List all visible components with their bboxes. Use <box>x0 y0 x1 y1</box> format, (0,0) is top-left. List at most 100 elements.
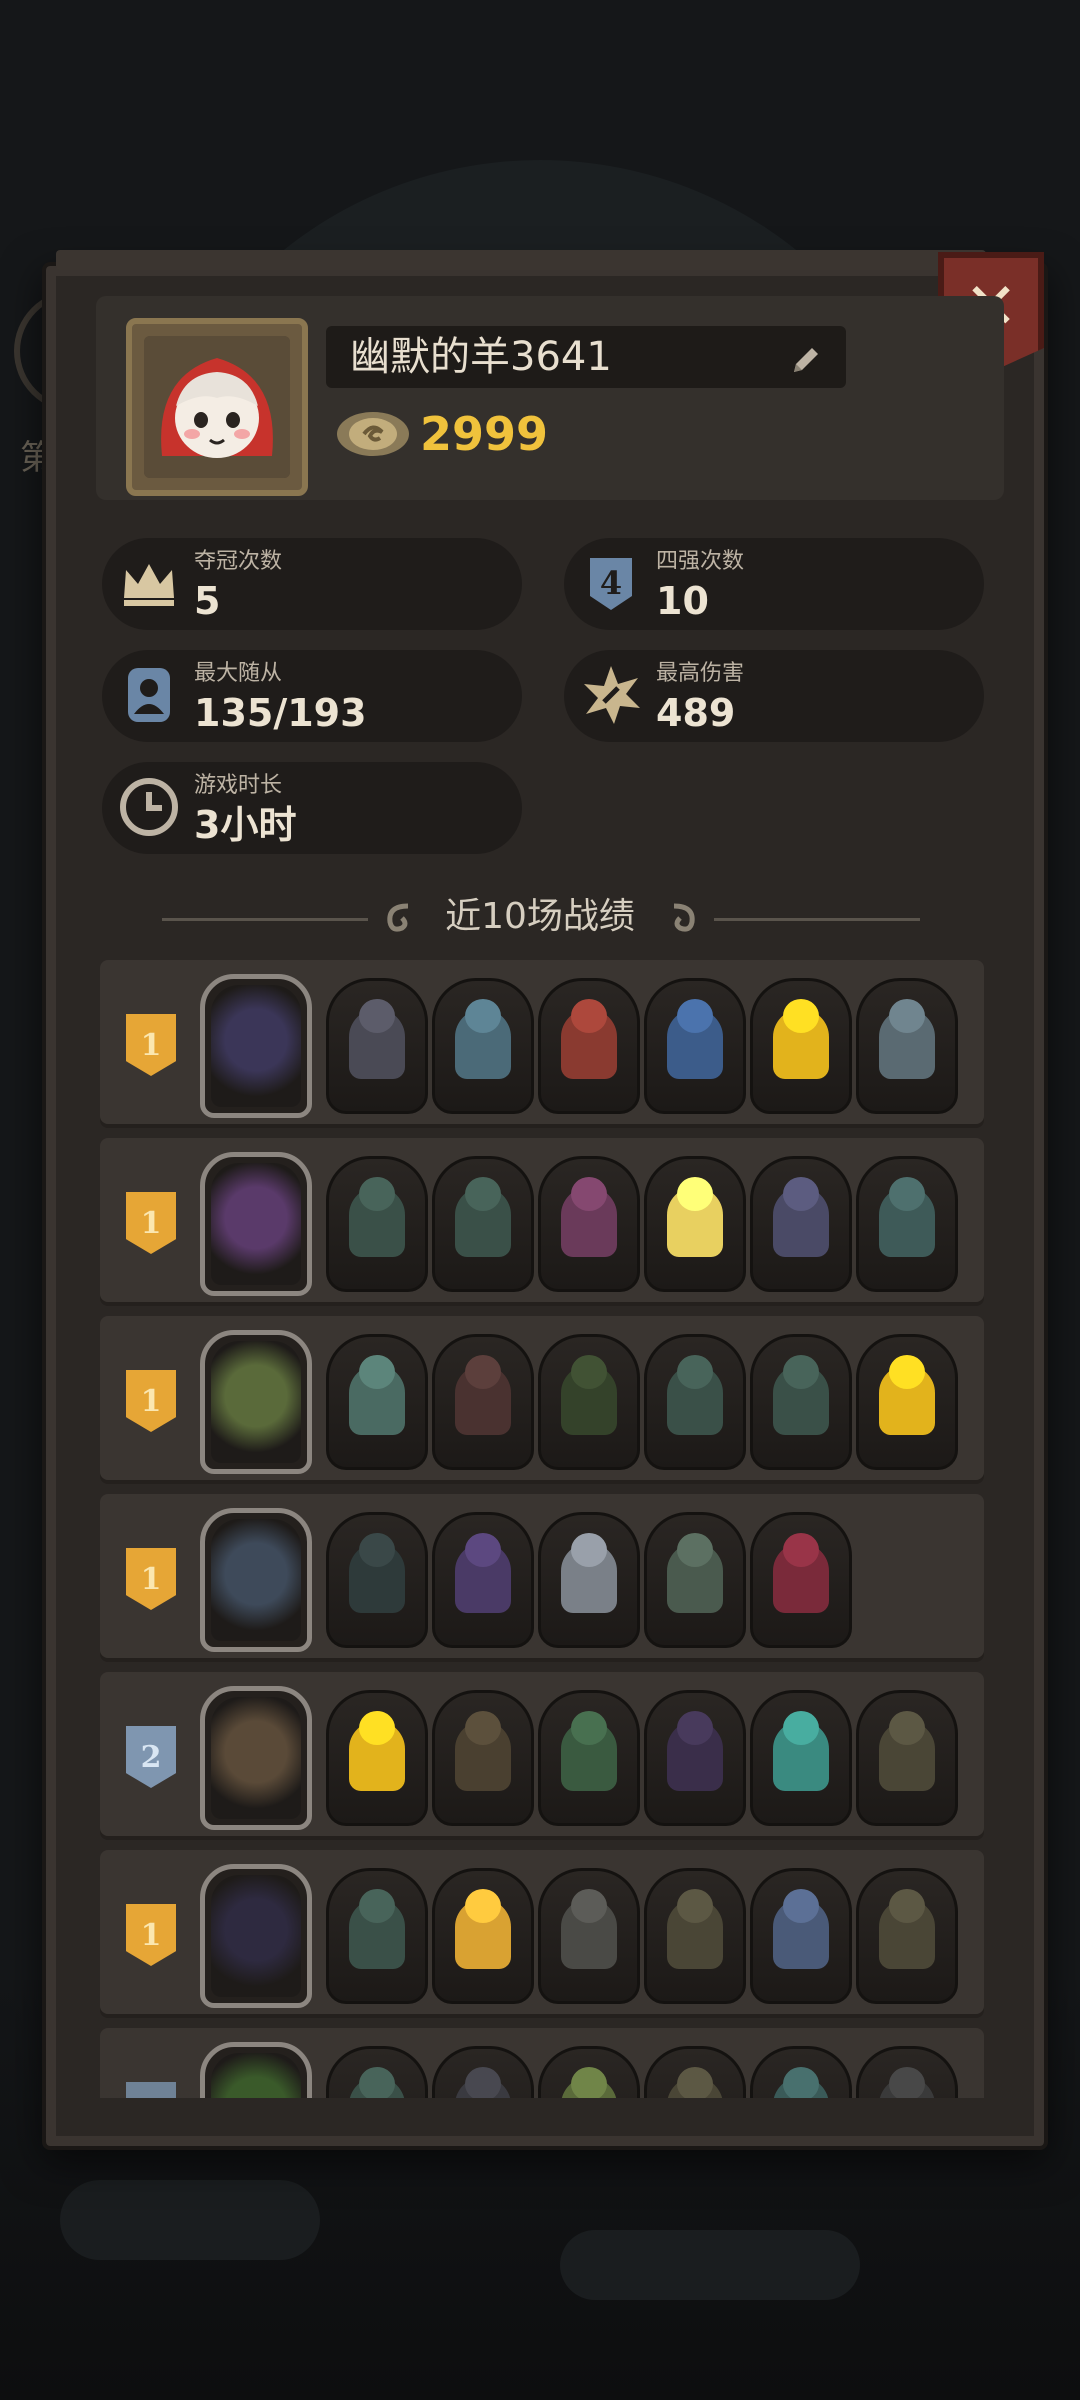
hero-portrait[interactable] <box>200 1686 312 1830</box>
minion-art <box>889 999 925 1033</box>
minion-card[interactable] <box>856 1868 958 2004</box>
hero-art <box>211 1697 301 1819</box>
minion-card[interactable] <box>538 1156 640 1292</box>
minion-art <box>571 1889 607 1923</box>
minion-art <box>889 1889 925 1923</box>
minion-art <box>783 1177 819 1211</box>
minion-card[interactable] <box>326 978 428 1114</box>
minion-card[interactable] <box>538 1512 640 1648</box>
minion-art <box>359 1889 395 1923</box>
stat-label: 最大随从 <box>194 661 283 686</box>
rank-badge: 1 <box>126 1014 176 1076</box>
minion-art <box>571 1355 607 1389</box>
minion-card[interactable] <box>326 1868 428 2004</box>
minion-card[interactable] <box>644 978 746 1114</box>
minion-card[interactable] <box>856 1156 958 1292</box>
rank-badge: 1 <box>126 1904 176 1966</box>
rank-badge: 1 <box>126 1548 176 1610</box>
minion-card[interactable] <box>750 1512 852 1648</box>
match-row[interactable]: 2 <box>100 1672 984 1836</box>
minion-art <box>677 1533 713 1567</box>
minion-card[interactable] <box>856 978 958 1114</box>
minion-art <box>571 1177 607 1211</box>
hero-portrait[interactable] <box>200 1864 312 2008</box>
minion-art <box>783 999 819 1033</box>
coin-amount: 2999 <box>420 407 549 461</box>
background-stone <box>560 2230 860 2300</box>
minion-card[interactable] <box>644 1156 746 1292</box>
minion-card[interactable] <box>644 2046 746 2098</box>
minion-card[interactable] <box>432 1334 534 1470</box>
section-divider <box>162 918 368 921</box>
minion-art <box>465 1889 501 1923</box>
minion-card[interactable] <box>326 1334 428 1470</box>
minion-card[interactable] <box>538 1868 640 2004</box>
minion-card[interactable] <box>750 978 852 1114</box>
minion-card[interactable] <box>750 2046 852 2098</box>
minion-art <box>465 1533 501 1567</box>
hero-portrait[interactable] <box>200 1508 312 1652</box>
stat-value: 5 <box>194 579 221 623</box>
minion-card[interactable] <box>750 1156 852 1292</box>
minion-card[interactable] <box>432 1156 534 1292</box>
minion-art <box>571 999 607 1033</box>
minion-card[interactable] <box>432 2046 534 2098</box>
avatar[interactable] <box>126 318 308 496</box>
hero-portrait[interactable] <box>200 974 312 1118</box>
minion-card[interactable] <box>856 1334 958 1470</box>
minion-card[interactable] <box>432 978 534 1114</box>
minion-card[interactable] <box>326 2046 428 2098</box>
stat-value: 135/193 <box>194 691 367 735</box>
minion-card[interactable] <box>432 1868 534 2004</box>
minion-card[interactable] <box>538 1334 640 1470</box>
minion-card[interactable] <box>432 1512 534 1648</box>
match-row[interactable]: 1 <box>100 1494 984 1658</box>
match-history-list[interactable]: 1 1 1 1 2 1 <box>100 960 984 2098</box>
minion-icon <box>128 668 170 722</box>
minion-card[interactable] <box>432 1690 534 1826</box>
minion-card[interactable] <box>856 2046 958 2098</box>
edit-pencil-icon[interactable] <box>786 340 826 380</box>
minion-card[interactable] <box>750 1334 852 1470</box>
minion-card[interactable] <box>750 1690 852 1826</box>
match-row[interactable]: 1 <box>100 1138 984 1302</box>
match-row[interactable]: 1 <box>100 960 984 1124</box>
minion-card[interactable] <box>644 1512 746 1648</box>
hero-portrait[interactable] <box>200 2042 312 2098</box>
minion-art <box>359 999 395 1033</box>
minion-card[interactable] <box>538 2046 640 2098</box>
hero-art <box>211 1519 301 1641</box>
match-row[interactable] <box>100 2028 984 2098</box>
rank-badge <box>126 2082 176 2098</box>
match-row[interactable]: 1 <box>100 1316 984 1480</box>
minion-art <box>465 2067 501 2098</box>
match-row[interactable]: 1 <box>100 1850 984 2014</box>
minion-card[interactable] <box>326 1156 428 1292</box>
section-divider <box>714 918 920 921</box>
minion-card[interactable] <box>644 1868 746 2004</box>
minion-art <box>677 1355 713 1389</box>
minion-art <box>571 2067 607 2098</box>
minion-card[interactable] <box>644 1334 746 1470</box>
minion-card[interactable] <box>538 978 640 1114</box>
minion-art <box>359 1355 395 1389</box>
stat-value: 3小时 <box>194 803 297 847</box>
hero-portrait[interactable] <box>200 1330 312 1474</box>
minion-card[interactable] <box>326 1512 428 1648</box>
minion-card[interactable] <box>538 1690 640 1826</box>
stat-top4: 4 四强次数 10 <box>564 538 984 630</box>
minion-art <box>359 2067 395 2098</box>
clock-icon <box>120 778 178 836</box>
minion-art <box>783 1889 819 1923</box>
minion-art <box>889 1355 925 1389</box>
minion-art <box>359 1711 395 1745</box>
hero-portrait[interactable] <box>200 1152 312 1296</box>
crown-icon <box>124 564 174 606</box>
nickname: 幽默的羊3641 <box>350 334 612 380</box>
minion-card[interactable] <box>644 1690 746 1826</box>
minion-card[interactable] <box>326 1690 428 1826</box>
minion-card[interactable] <box>750 1868 852 2004</box>
rank-badge: 1 <box>126 1192 176 1254</box>
minion-card[interactable] <box>856 1690 958 1826</box>
minion-art <box>677 999 713 1033</box>
